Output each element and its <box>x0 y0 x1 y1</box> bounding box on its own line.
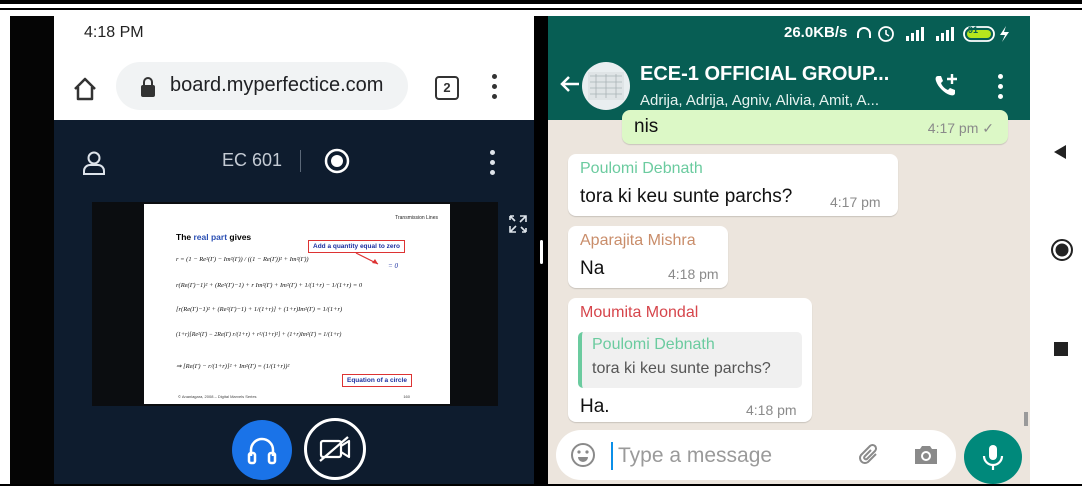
emoji-icon[interactable] <box>570 442 596 468</box>
message-aparajita[interactable]: Aparajita Mishra Na 4:18 pm <box>568 226 728 288</box>
quoted-sender: Poulomi Debnath <box>592 336 715 353</box>
meeting-title: EC 601 <box>222 150 283 170</box>
navigation-bar <box>1030 16 1082 484</box>
quoted-text: tora ki keu sunte parchs? <box>592 360 771 377</box>
lock-icon <box>141 77 155 97</box>
group-avatar-image <box>588 72 624 100</box>
slide-title-prefix: The <box>176 232 192 242</box>
recents-square-icon[interactable] <box>1054 342 1068 356</box>
url-text: board.myperfectice.com <box>170 74 384 96</box>
net-speed: 26.0KB/s <box>784 24 848 41</box>
battery-level: 91 <box>968 25 979 35</box>
scrollbar[interactable] <box>1024 412 1028 426</box>
message-text: Ha. <box>580 396 610 417</box>
message-moumita[interactable]: Moumita Mondal Poulomi Debnath tora ki k… <box>568 298 812 422</box>
fullscreen-icon[interactable] <box>506 212 530 236</box>
camera-icon[interactable] <box>912 442 940 468</box>
back-arrow-icon[interactable] <box>558 72 582 96</box>
attach-icon[interactable] <box>856 440 884 468</box>
callout-arrow <box>355 252 379 265</box>
message-input-bar[interactable]: Type a message <box>556 430 956 480</box>
callout-circle: Equation of a circle <box>342 374 412 387</box>
message-sender: Aparajita Mishra <box>580 232 696 249</box>
record-icon[interactable] <box>324 148 350 174</box>
top-border <box>0 0 1082 4</box>
message-time: 4:18 pm <box>746 402 797 418</box>
group-members[interactable]: Adrija, Adrija, Agniv, Alivia, Amit, A..… <box>640 92 879 109</box>
status-bar: 26.0KB/s 91 <box>548 16 1030 50</box>
equation-3: [r(Re(Γ)−1)² + (Re²(Γ)−1) + 1/(1+r)] + (… <box>176 306 343 313</box>
headphones-icon <box>247 437 277 465</box>
equation-4: (1+r)[Re²(Γ) − 2Re(Γ) r/(1+r) + r²/(1+r)… <box>176 332 342 338</box>
message-text: nis <box>634 116 659 137</box>
message-time: 4:18 pm <box>668 266 719 282</box>
quoted-message[interactable]: Poulomi Debnath tora ki keu sunte parchs… <box>578 332 802 388</box>
add-call-icon[interactable] <box>932 72 960 100</box>
mic-icon <box>982 445 1004 470</box>
voice-record-button[interactable] <box>964 430 1022 484</box>
slide-title-suffix: gives <box>229 232 252 242</box>
group-name[interactable]: ECE-1 OFFICIAL GROUP... <box>640 63 889 86</box>
whatsapp-pane: 26.0KB/s 91 ECE-1 OFFICIAL GROUP... Adri… <box>548 16 1030 484</box>
meeting-more-icon[interactable] <box>490 150 495 180</box>
slide-title-highlight: real part <box>193 232 228 242</box>
message-time: 4:17 pm ✓ <box>927 120 994 136</box>
message-text: tora ki keu sunte parchs? <box>580 186 793 207</box>
browser-pane: 4:18 PM board.myperfectice.com 2 EC 601 … <box>54 16 534 484</box>
home-circle-icon[interactable] <box>1050 238 1074 262</box>
home-icon[interactable] <box>72 76 98 102</box>
message-time: 4:17 pm <box>830 194 881 210</box>
status-icons <box>857 26 1009 42</box>
slide-title: The real part gives <box>176 232 251 242</box>
chat-menu-icon[interactable] <box>998 74 1003 104</box>
left-black-bar <box>10 16 54 484</box>
address-bar[interactable]: board.myperfectice.com <box>116 62 408 110</box>
shared-slide: Transmission Lines The real part gives A… <box>92 202 498 406</box>
status-time: 4:18 PM <box>84 24 144 41</box>
slide-page-number: 160 <box>403 394 410 399</box>
slide-header: Transmission Lines <box>395 215 438 221</box>
user-icon[interactable] <box>82 150 106 176</box>
browser-menu-icon[interactable] <box>492 74 498 100</box>
message-placeholder: Type a message <box>618 444 773 467</box>
slide-page: Transmission Lines The real part gives A… <box>144 204 450 404</box>
video-off-button[interactable] <box>304 418 366 480</box>
top-border-thin <box>0 8 1082 10</box>
equation-1: r = (1 − Re²(Γ) − Im²(Γ)) / ((1 − Re(Γ))… <box>176 256 309 263</box>
message-poulomi[interactable]: Poulomi Debnath tora ki keu sunte parchs… <box>568 154 898 216</box>
text-caret <box>611 442 613 470</box>
equation-5: ⇒ [Re(Γ) − r/(1+r)]² + Im²(Γ) = (1/(1+r)… <box>176 363 290 370</box>
meeting-area: EC 601 Transmission Lines The real part … <box>54 120 534 484</box>
message-outgoing[interactable]: nis 4:17 pm ✓ <box>622 110 1008 144</box>
slide-footer: © Ananiagara, 2008 – Digital Marvels Ser… <box>178 394 257 399</box>
split-handle[interactable] <box>540 240 543 264</box>
divider <box>300 150 301 172</box>
zero-label: = 0 <box>388 262 398 270</box>
equation-2: r(Re(Γ)−1)² + (Re²(Γ)−1) + r Im²(Γ) + Im… <box>176 282 363 289</box>
message-text: Na <box>580 258 605 279</box>
back-triangle-icon[interactable] <box>1052 144 1068 160</box>
group-avatar[interactable] <box>582 62 630 110</box>
message-sender: Poulomi Debnath <box>580 160 703 177</box>
audio-button[interactable] <box>232 420 292 480</box>
tab-switcher-button[interactable]: 2 <box>435 76 459 100</box>
message-sender: Moumita Mondal <box>580 304 699 321</box>
camera-off-icon <box>319 436 351 462</box>
